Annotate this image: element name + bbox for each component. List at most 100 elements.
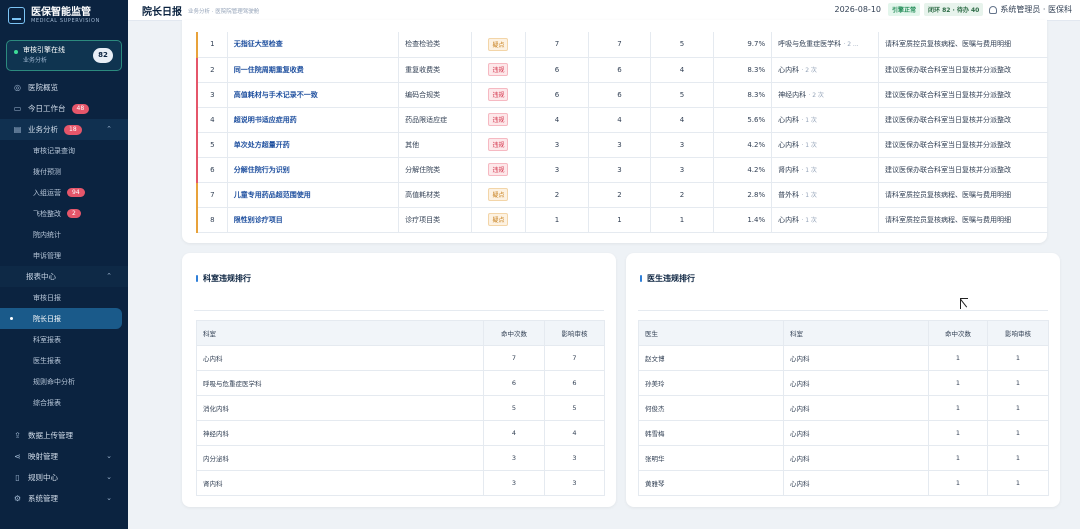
monitor-icon: ▭ (13, 104, 22, 113)
count-badge: 48 (71, 103, 90, 114)
level-badge: 违规 (488, 138, 509, 151)
sidebar-subitem-payment-forecast[interactable]: 拨付预测 (0, 161, 128, 182)
table-cell: 1 (928, 345, 988, 371)
sidebar-subitem-appeals[interactable]: 申诉管理 (0, 245, 128, 266)
table-row[interactable]: 神经内科 4 4 (196, 420, 605, 446)
sidebar-subitem-hospital-stats[interactable]: 院内统计 (0, 224, 128, 245)
sidebar-subitem-inspection-rectify[interactable]: 飞检整改 2 (0, 203, 128, 224)
rule-name-link[interactable]: 儿童专用药品超范围使用 (227, 182, 400, 208)
top-dept: 神经内科 (778, 90, 807, 99)
rule-no: 3 (195, 82, 228, 108)
column-header[interactable]: 命中次数 (483, 320, 545, 346)
rule-name-link[interactable]: 单次处方超量开药 (227, 132, 400, 158)
rule-level-cell: 违规 (471, 82, 527, 108)
column-header[interactable]: 科室 (196, 320, 484, 346)
table-row[interactable]: 心内科 7 7 (196, 345, 605, 371)
rule-name-link[interactable]: 同一住院周期重复收费 (227, 57, 400, 83)
status-dot-icon (14, 50, 18, 54)
sidebar-subitem-dept-report[interactable]: 科室报表 (0, 329, 128, 350)
table-row[interactable]: 7 儿童专用药品超范围使用 高值耗材类 疑点 2 2 2 2.8% 普外科 · 1 次请科室质控… (195, 182, 1048, 208)
top-dept-count: · 1 次 (801, 216, 817, 224)
mouse-cursor-icon (960, 298, 968, 309)
table-row[interactable]: 消化内科 5 5 (196, 395, 605, 421)
table-row[interactable]: 3 高值耗材与手术记录不一致 编码合规类 违规 6 6 5 8.3% 神经内科 · 2 次建议医… (195, 82, 1048, 108)
brand: 医保智能监管 MEDICAL SUPERVISION (0, 0, 128, 30)
top-dept-count: · 2 次 (801, 66, 817, 74)
sidebar-subitem-summary-report[interactable]: 综合报表 (0, 392, 128, 413)
count-badge: 2 (67, 209, 81, 218)
table-cell: 1 (987, 345, 1049, 371)
top-dept-cell: 普外科 · 1 次 (771, 182, 880, 208)
sidebar-subitem-director-daily[interactable]: 院长日报 (0, 308, 122, 329)
sidebar-item-mapping[interactable]: ⋖ 映射管理 ⌄ (0, 446, 128, 467)
table-cell: 黄雅琴 (638, 470, 784, 496)
sidebar-subitem-audit-query[interactable]: 审核记录查询 (0, 140, 128, 161)
table-row[interactable]: 6 分解住院行为识别 分解住院类 违规 3 3 3 4.2% 肾内科 · 1 次建议医保办联合科… (195, 157, 1048, 183)
table-row[interactable]: 4 超说明书适应症用药 药品限适应症 违规 4 4 4 5.6% 心内科 · 1 次建议医保办联… (195, 107, 1048, 133)
hit-count: 3 (525, 157, 589, 183)
table-row[interactable]: 呼吸与危重症医学科 6 6 (196, 370, 605, 396)
monitor-icon (8, 6, 25, 24)
sidebar-item-data-upload[interactable]: ⇪ 数据上传管理 (0, 425, 128, 446)
table-cell: 神经内科 (196, 420, 484, 446)
panel-title: 医生违规排行 (640, 273, 695, 284)
sidebar-subitem-label: 入组运营 (33, 188, 61, 197)
rule-name-link[interactable]: 高值耗材与手术记录不一致 (227, 82, 400, 108)
engine-status-card[interactable]: 审核引擎在线 业务分析 82 (6, 40, 122, 71)
sidebar-subitem-label: 审核记录查询 (33, 146, 75, 155)
table-cell: 1 (928, 420, 988, 446)
patient-count: 5 (650, 82, 714, 108)
table-row[interactable]: 5 单次处方超量开药 其他 违规 3 3 3 4.2% 心内科 · 1 次建议医保办联合科室当日… (195, 132, 1048, 158)
suggestion: 建议医保办联合科室当日复核并分派整改 (878, 157, 1048, 183)
sidebar-subitem-group-ops[interactable]: 入组运营 94 (0, 182, 128, 203)
doctor-ranking-table: 医生 科室 命中次数 影响审核 赵文博 心内科 1 1 孙美玲 心内科 1 1 何俊杰 心内科 1 1… (638, 320, 1049, 496)
table-row[interactable]: 韩雪梅 心内科 1 1 (638, 420, 1049, 446)
sidebar-subitem-label: 审核日报 (33, 293, 61, 302)
rule-name-link[interactable]: 限性别诊疗项目 (227, 207, 400, 233)
patient-count: 1 (650, 207, 714, 233)
rule-name-link[interactable]: 分解住院行为识别 (227, 157, 400, 183)
table-cell: 7 (544, 345, 605, 371)
table-row[interactable]: 1 无指征大型检查 检查检验类 疑点 7 7 5 9.7% 呼吸与危重症医学科 · 2 ... 请… (195, 32, 1048, 58)
table-row[interactable]: 黄雅琴 心内科 1 1 (638, 470, 1049, 496)
table-row[interactable]: 孙美玲 心内科 1 1 (638, 370, 1049, 396)
table-cell: 3 (544, 470, 605, 496)
table-row[interactable]: 何俊杰 心内科 1 1 (638, 395, 1049, 421)
sidebar-item-report-center[interactable]: 报表中心 ⌃ (0, 266, 128, 287)
hit-count: 7 (525, 32, 589, 58)
table-row[interactable]: 内分泌科 3 3 (196, 445, 605, 471)
sidebar-item-label: 规则中心 (28, 473, 58, 482)
table-row[interactable]: 2 同一住院周期重复收费 重复收费类 违规 6 6 4 8.3% 心内科 · 2 次建议医保办联… (195, 57, 1048, 83)
count-badge: 94 (67, 188, 85, 197)
rule-no: 5 (195, 132, 228, 158)
table-cell: 4 (544, 420, 605, 446)
rule-name-link[interactable]: 超说明书适应症用药 (227, 107, 400, 133)
column-header[interactable]: 影响审核 (987, 320, 1049, 346)
sidebar-item-workbench[interactable]: ▭ 今日工作台 48 (0, 98, 128, 119)
sidebar-item-business[interactable]: ▤ 业务分析 18 ⌃ (0, 119, 128, 140)
sidebar-item-label: 业务分析 (28, 125, 58, 134)
hit-ratio: 1.4% (713, 207, 773, 233)
top-dept-count: · 1 次 (801, 141, 817, 149)
table-row[interactable]: 肾内科 3 3 (196, 470, 605, 496)
sidebar-item-rule-center[interactable]: ▯ 规则中心 ⌄ (0, 467, 128, 488)
table-cell: 肾内科 (196, 470, 484, 496)
rule-name-link[interactable]: 无指征大型检查 (227, 32, 400, 58)
table-row[interactable]: 赵文博 心内科 1 1 (638, 345, 1049, 371)
sidebar-subitem-doctor-report[interactable]: 医生报表 (0, 350, 128, 371)
table-row[interactable]: 8 限性别诊疗项目 诊疗项目类 疑点 1 1 1 1.4% 心内科 · 1 次请科室质控员复核病… (195, 207, 1048, 233)
brand-title: 医保智能监管 (31, 6, 91, 18)
column-header[interactable]: 医生 (638, 320, 784, 346)
user-menu[interactable]: 系统管理员 · 医保科 (989, 4, 1072, 15)
table-row[interactable]: 张明华 心内科 1 1 (638, 445, 1049, 471)
column-header[interactable]: 影响审核 (544, 320, 605, 346)
table-cell: 6 (544, 370, 605, 396)
sidebar-subitem-audit-daily[interactable]: 审核日报 (0, 287, 128, 308)
sidebar-subitem-label: 申诉管理 (33, 251, 61, 260)
sidebar-subitem-rule-hit-analysis[interactable]: 规则命中分析 (0, 371, 128, 392)
sidebar-item-overview[interactable]: ◎ 医院概览 (0, 77, 128, 98)
sidebar-item-system[interactable]: ⚙ 系统管理 ⌄ (0, 488, 128, 509)
affected-count: 6 (588, 82, 652, 108)
column-header[interactable]: 命中次数 (928, 320, 988, 346)
column-header[interactable]: 科室 (783, 320, 929, 346)
